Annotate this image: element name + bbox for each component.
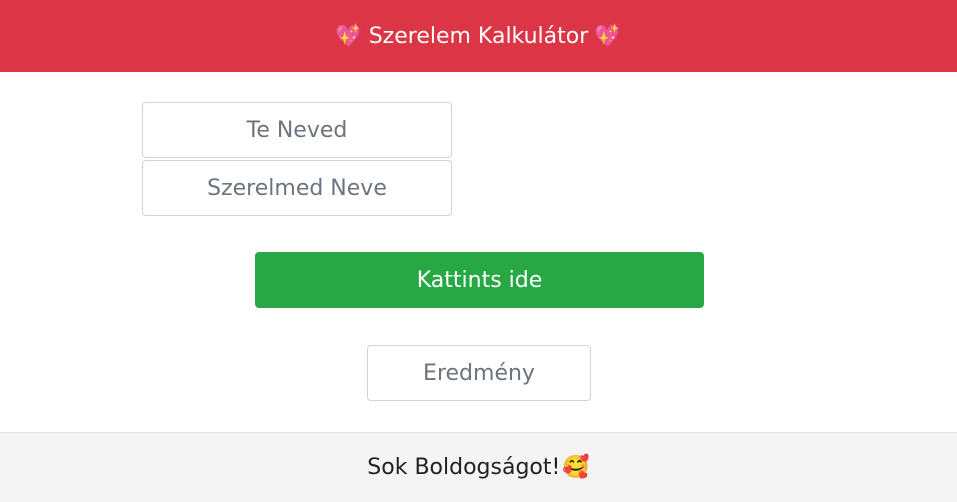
your-name-input[interactable] — [142, 102, 452, 158]
app-header: 💖 Szerelem Kalkulátor 💖 — [0, 0, 957, 72]
app-title: Szerelem Kalkulátor — [368, 23, 589, 49]
result-field[interactable] — [367, 345, 591, 401]
page: 💖 Szerelem Kalkulátor 💖 Kattints ide Sok… — [0, 0, 957, 502]
footer: Sok Boldogságot! 🥰 — [0, 432, 957, 502]
partner-name-input[interactable] — [142, 160, 452, 216]
sparkling-heart-icon: 💖 — [335, 23, 363, 49]
smiling-face-with-hearts-icon: 🥰 — [562, 455, 590, 480]
sparkling-heart-icon: 💖 — [594, 23, 622, 49]
calculate-button[interactable]: Kattints ide — [255, 252, 704, 308]
footer-text: Sok Boldogságot! — [367, 455, 561, 480]
